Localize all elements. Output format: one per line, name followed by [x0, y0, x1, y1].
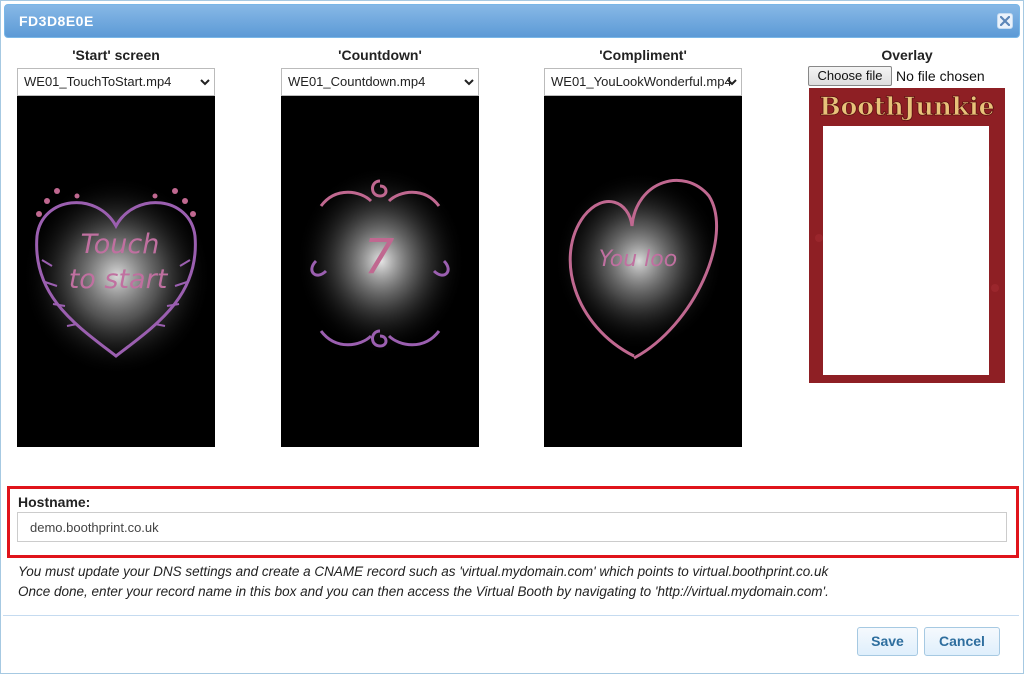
- compliment-text: You loo: [599, 247, 677, 272]
- dialog-title: FD3D8E0E: [19, 13, 94, 29]
- countdown-selected: WE01_Countdown.mp4: [288, 74, 426, 89]
- hostname-input[interactable]: demo.boothprint.co.uk: [17, 512, 1007, 542]
- overlay-logo-text: BoothJunkie: [819, 92, 994, 121]
- choose-file-button[interactable]: Choose file: [808, 66, 892, 86]
- chevron-down-icon: [464, 79, 474, 86]
- countdown-number: 7: [364, 229, 395, 285]
- close-button[interactable]: [997, 13, 1013, 29]
- start-screen-label: 'Start' screen: [72, 47, 160, 63]
- countdown-select[interactable]: WE01_Countdown.mp4: [281, 68, 479, 96]
- compliment-selected: WE01_YouLookWonderful.mp4: [551, 74, 732, 89]
- compliment-preview: You loo: [544, 96, 742, 447]
- countdown-preview: 7: [281, 96, 479, 447]
- hostname-label: Hostname:: [18, 494, 91, 510]
- start-screen-selected: WE01_TouchToStart.mp4: [24, 74, 172, 89]
- hostname-help-line-2: Once done, enter your record name in thi…: [18, 584, 829, 599]
- compliment-select[interactable]: WE01_YouLookWonderful.mp4: [544, 68, 742, 96]
- touch-text: Touch: [81, 229, 160, 260]
- countdown-label: 'Countdown': [338, 47, 422, 63]
- start-screen-select[interactable]: WE01_TouchToStart.mp4: [17, 68, 215, 96]
- to-start-text: to start: [69, 264, 169, 295]
- cancel-button[interactable]: Cancel: [924, 627, 1000, 656]
- dialog-titlebar[interactable]: FD3D8E0E: [4, 4, 1020, 38]
- overlay-label: Overlay: [881, 47, 933, 63]
- button-pane-divider: [3, 615, 1019, 616]
- file-status: No file chosen: [896, 68, 985, 84]
- start-screen-preview: Touch to start: [17, 96, 215, 447]
- overlay-preview: BoothJunkie: [809, 88, 1005, 383]
- chevron-down-icon: [200, 79, 210, 86]
- close-icon: [1000, 16, 1010, 26]
- chevron-down-icon: [727, 79, 737, 86]
- hostname-help-line-1: You must update your DNS settings and cr…: [18, 564, 829, 579]
- compliment-label: 'Compliment': [599, 47, 687, 63]
- save-button[interactable]: Save: [857, 627, 918, 656]
